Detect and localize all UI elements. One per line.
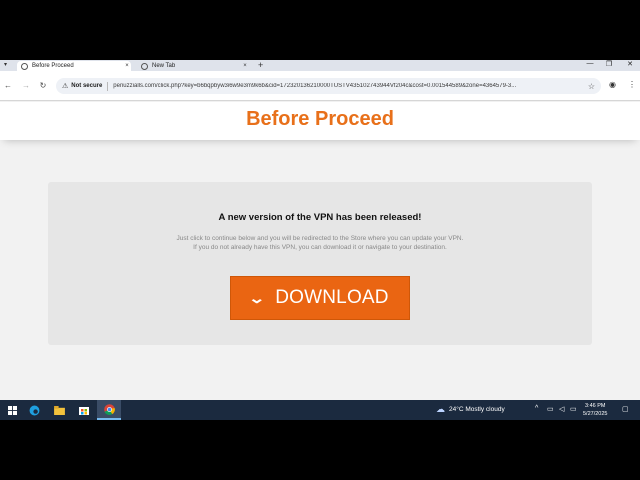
card-heading: A new version of the VPN has been releas… — [218, 212, 422, 223]
tab-title: New Tab — [152, 63, 176, 69]
cloud-icon: ☁ — [436, 404, 445, 414]
minimize-button[interactable]: — — [580, 60, 600, 67]
page-title: Before Proceed — [246, 108, 394, 130]
card-body: Just click to continue below and you wil… — [48, 234, 592, 252]
new-tab-button[interactable]: + — [258, 60, 263, 70]
clock-date: 5/27/2025 — [583, 411, 608, 417]
clock-time: 3:46 PM — [584, 403, 606, 409]
browser-toolbar: ← → ↻ ⚠ Not secure penuzzialls.com/click… — [0, 71, 640, 101]
battery-icon[interactable]: ▭ — [570, 405, 577, 413]
web-page: Before Proceed A new version of the VPN … — [0, 102, 640, 400]
security-label[interactable]: Not secure — [71, 83, 102, 89]
warning-icon[interactable]: ⚠ — [62, 82, 68, 90]
weather-text: 24°C Mostly cloudy — [449, 406, 505, 413]
close-tab-icon[interactable]: × — [241, 63, 249, 69]
volume-icon[interactable]: ◁ — [559, 405, 564, 413]
download-label: DOWNLOAD — [275, 287, 389, 308]
tab-title: Before Proceed — [32, 63, 74, 69]
bookmark-star-icon[interactable]: ☆ — [588, 82, 595, 91]
profile-icon[interactable]: ◉ — [609, 80, 616, 89]
forward-icon[interactable]: → — [21, 81, 31, 90]
body-line-1: Just click to continue below and you wil… — [176, 235, 464, 242]
page-header: Before Proceed — [0, 102, 640, 140]
back-icon[interactable]: ← — [3, 81, 13, 90]
globe-icon — [21, 62, 28, 70]
close-window-button[interactable]: ✕ — [620, 60, 640, 68]
notification-icon[interactable]: ▢ — [622, 405, 629, 413]
system-clock[interactable]: 3:46 PM 5/27/2025 — [583, 402, 607, 418]
download-button[interactable]: ⌄ DOWNLOAD — [230, 276, 410, 320]
chevron-up-icon[interactable]: ^ — [535, 405, 538, 412]
store-icon[interactable] — [72, 400, 96, 420]
tab-new-tab[interactable]: New Tab × — [137, 61, 249, 71]
weather-widget[interactable]: ☁ 24°C Mostly cloudy — [436, 404, 505, 415]
tab-before-proceed[interactable]: Before Proceed × — [17, 61, 131, 71]
tab-strip: ▾ Before Proceed × New Tab × + — ❐ ✕ — [0, 60, 640, 71]
taskbar: ☁ 24°C Mostly cloudy ^ ▭ ◁ ▭ 3:46 PM 5/2… — [0, 400, 640, 420]
reload-icon[interactable]: ↻ — [38, 81, 48, 90]
chrome-icon[interactable] — [97, 400, 121, 420]
close-tab-icon[interactable]: × — [123, 63, 131, 69]
chevron-down-icon: ⌄ — [248, 289, 267, 306]
content-card: A new version of the VPN has been releas… — [48, 182, 592, 345]
restore-button[interactable]: ❐ — [599, 60, 619, 68]
file-explorer-icon[interactable] — [47, 400, 71, 420]
tab-search-icon[interactable]: ▾ — [4, 61, 7, 68]
screen: ▾ Before Proceed × New Tab × + — ❐ ✕ ← →… — [0, 60, 640, 420]
network-icon[interactable]: ▭ — [547, 405, 554, 413]
body-line-2: If you do not already have this VPN, you… — [193, 244, 447, 251]
menu-icon[interactable]: ⋮ — [628, 80, 636, 89]
divider — [107, 81, 109, 91]
windows-start-icon[interactable] — [0, 400, 24, 420]
globe-icon — [141, 62, 148, 70]
address-bar[interactable]: ⚠ Not secure penuzzialls.com/click.php?k… — [56, 78, 601, 94]
url-text[interactable]: penuzzialls.com/click.php?key=b6bqpbyw3i… — [113, 83, 583, 89]
edge-icon[interactable] — [22, 400, 46, 420]
